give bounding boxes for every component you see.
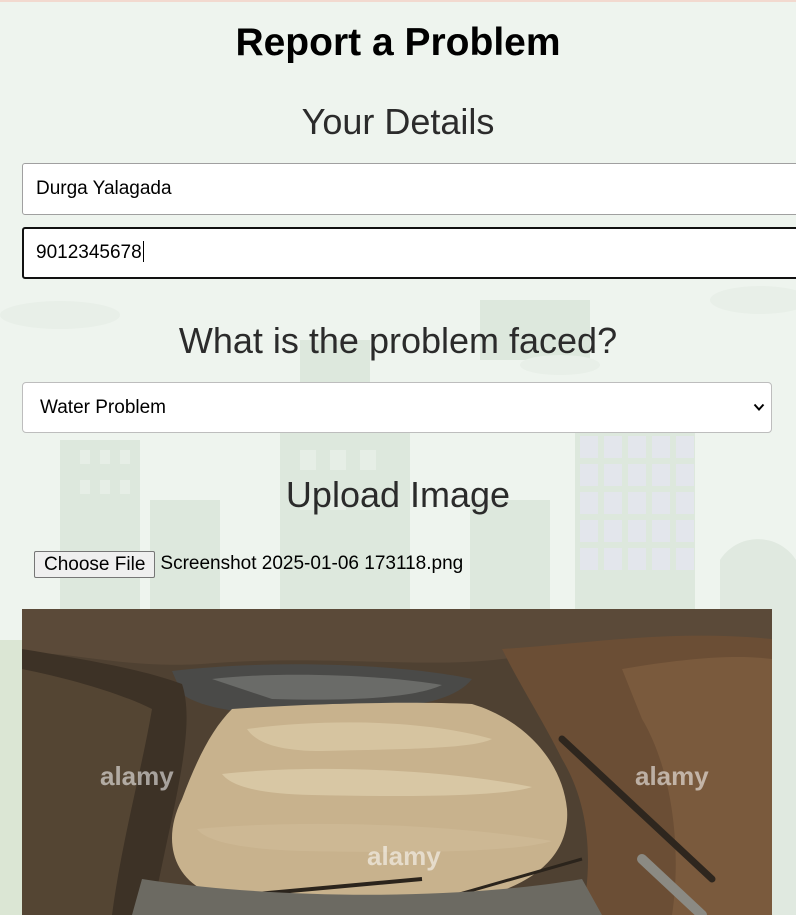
- text-caret: [142, 241, 144, 262]
- page-title: Report a Problem: [235, 21, 561, 64]
- phone-input-value: 9012345678: [36, 242, 142, 263]
- watermark-text-3: alamy: [367, 841, 441, 871]
- uploaded-image-preview: alamy alamy alamy: [22, 609, 772, 915]
- upload-heading: Upload Image: [285, 474, 511, 515]
- name-input-value: Durga Yalagada: [36, 178, 172, 199]
- phone-input[interactable]: 9012345678: [22, 227, 796, 279]
- watermark-text-1: alamy: [100, 761, 174, 791]
- problem-select[interactable]: Water Problem: [22, 382, 772, 433]
- details-heading: Your Details: [301, 101, 495, 142]
- problem-select-value: Water Problem: [40, 397, 166, 418]
- name-input[interactable]: Durga Yalagada: [22, 163, 796, 215]
- stream-photo: alamy alamy alamy: [22, 609, 772, 915]
- choose-file-button[interactable]: Choose File: [34, 550, 156, 578]
- file-input[interactable]: Choose File Screenshot 2025-01-06 173118…: [34, 550, 463, 578]
- selected-file-name: Screenshot 2025-01-06 173118.png: [160, 553, 464, 574]
- problem-heading: What is the problem faced?: [178, 320, 618, 361]
- chevron-down-icon: [753, 403, 765, 411]
- watermark-text-2: alamy: [635, 761, 709, 791]
